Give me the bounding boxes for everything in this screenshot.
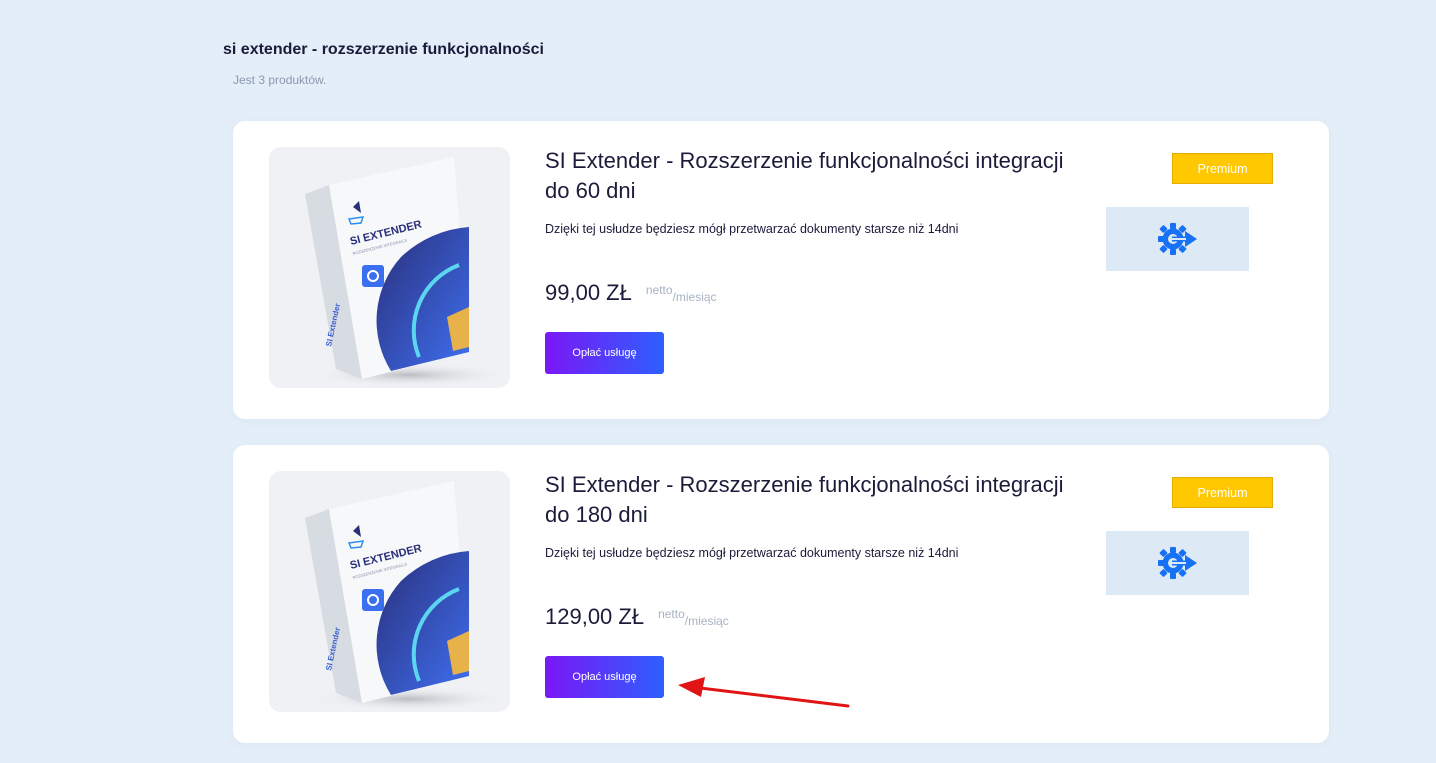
page: si extender - rozszerzenie funkcjonalnoś… xyxy=(0,0,1436,763)
product-description: Dzięki tej usłudze będziesz mógł przetwa… xyxy=(545,546,959,560)
product-count: Jest 3 produktów. xyxy=(233,73,327,87)
price-row: 99,00 ZŁ netto /miesiąc xyxy=(545,279,717,307)
product-icon-tile xyxy=(1106,531,1249,595)
product-box-illustration: SI EXTENDER ROZSZERZENIE INTEGRACJI SI E… xyxy=(305,157,509,387)
price-netto-label: netto xyxy=(645,283,673,297)
gear-arrow-icon xyxy=(1157,223,1197,255)
pay-service-button[interactable]: Opłać usługę xyxy=(545,332,664,374)
premium-badge: Premium xyxy=(1172,153,1273,184)
product-box-illustration: SI EXTENDER ROZSZERZENIE INTEGRACJI SI E… xyxy=(305,481,509,711)
price-period: /miesiąc xyxy=(672,290,717,304)
price-period: /miesiąc xyxy=(684,614,729,628)
price-netto-label: netto xyxy=(658,607,685,621)
product-price: 129,00 ZŁ xyxy=(545,604,645,629)
price-row: 129,00 ZŁ netto /miesiąc xyxy=(545,603,729,631)
product-card: SI EXTENDER ROZSZERZENIE INTEGRACJI SI E… xyxy=(233,445,1329,743)
pay-service-button[interactable]: Opłać usługę xyxy=(545,656,664,698)
product-description: Dzięki tej usłudze będziesz mógł przetwa… xyxy=(545,222,959,236)
category-title: si extender - rozszerzenie funkcjonalnoś… xyxy=(223,41,544,58)
product-title[interactable]: SI Extender - Rozszerzenie funkcjonalnoś… xyxy=(545,470,1065,530)
gear-arrow-icon xyxy=(1157,547,1197,579)
product-image[interactable]: SI EXTENDER ROZSZERZENIE INTEGRACJI SI E… xyxy=(269,147,510,388)
product-icon-tile xyxy=(1106,207,1249,271)
product-price: 99,00 ZŁ xyxy=(545,280,632,305)
product-title[interactable]: SI Extender - Rozszerzenie funkcjonalnoś… xyxy=(545,146,1065,206)
product-image[interactable]: SI EXTENDER ROZSZERZENIE INTEGRACJI SI E… xyxy=(269,471,510,712)
premium-badge: Premium xyxy=(1172,477,1273,508)
product-card: SI EXTENDER ROZSZERZENIE INTEGRACJI SI E… xyxy=(233,121,1329,419)
